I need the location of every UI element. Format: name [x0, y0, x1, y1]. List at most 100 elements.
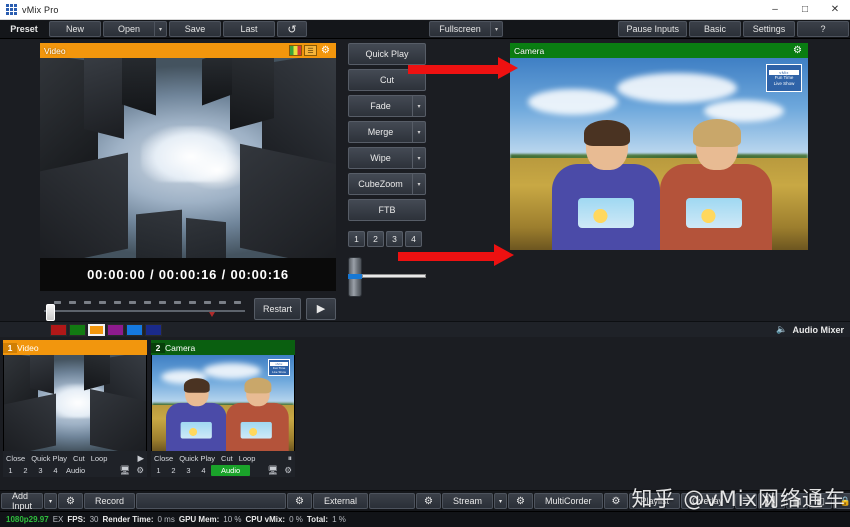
input-2-thumbnail[interactable]: vMix Fun Time Live Show	[151, 355, 295, 451]
merge-button[interactable]: Merge ▾	[348, 121, 426, 143]
fade-dropdown-icon[interactable]: ▾	[412, 96, 425, 116]
scrub-handle[interactable]	[46, 304, 55, 321]
settings-button[interactable]: Settings	[743, 21, 795, 37]
ftb-button[interactable]: FTB	[348, 199, 426, 221]
pause-inputs-button[interactable]: Pause Inputs	[618, 21, 687, 37]
input-1-quick-play-button[interactable]: Quick Play	[28, 453, 70, 464]
cut-button[interactable]: Cut	[348, 69, 426, 91]
playlist-settings-gear-icon[interactable]: ⚙	[604, 493, 629, 509]
transition-preset-4[interactable]: 4	[405, 231, 422, 247]
add-input-dropdown-arrow[interactable]: ▾	[44, 493, 57, 509]
input-1-overlay-3[interactable]: 3	[33, 465, 48, 476]
maximize-button[interactable]: □	[790, 0, 820, 20]
list-icon[interactable]: ☰	[304, 45, 317, 56]
close-button[interactable]: ✕	[820, 0, 850, 20]
swatch-green[interactable]	[69, 324, 86, 336]
merge-dropdown-icon[interactable]: ▾	[412, 122, 425, 142]
record-button[interactable]: Record	[84, 493, 135, 509]
input-2-loop-button[interactable]: Loop	[236, 453, 259, 464]
playlist-button[interactable]: Playlist	[629, 493, 680, 509]
t-bar-handle[interactable]	[348, 257, 362, 297]
transition-preset-2[interactable]: 2	[367, 231, 384, 247]
input-2-close-button[interactable]: Close	[151, 453, 176, 464]
undo-icon[interactable]: ↺	[277, 21, 307, 37]
last-button[interactable]: Last	[223, 21, 275, 37]
input-2-overlay-4[interactable]: 4	[196, 465, 211, 476]
input-1-audio-button[interactable]: Audio	[63, 465, 88, 476]
cubezoom-dropdown-icon[interactable]: ▾	[412, 174, 425, 194]
input-2-cut-button[interactable]: Cut	[218, 453, 236, 464]
input-1-close-button[interactable]: Close	[3, 453, 28, 464]
preview-screen[interactable]	[40, 58, 336, 258]
transition-preset-3[interactable]: 3	[386, 231, 403, 247]
input-1-loop-button[interactable]: Loop	[88, 453, 111, 464]
input-1-overlay-4[interactable]: 4	[48, 465, 63, 476]
lock-icon[interactable]: 🔒	[833, 493, 850, 509]
input-2-quick-play-button[interactable]: Quick Play	[176, 453, 218, 464]
external-button[interactable]: External	[313, 493, 368, 509]
overlay-button[interactable]: Overlay	[681, 493, 734, 509]
add-input-button[interactable]: Add Input	[1, 493, 43, 509]
gear-icon[interactable]: ⚙	[791, 45, 804, 56]
status-gpu-value: 10 %	[223, 515, 241, 524]
input-2[interactable]: 2 Camera	[151, 340, 295, 480]
monitor-icon[interactable]: 🖥	[117, 465, 134, 476]
preview-scrub-track[interactable]	[40, 298, 249, 320]
fade-button[interactable]: Fade ▾	[348, 95, 426, 117]
program-title: Camera	[514, 46, 789, 56]
multicorder-settings-gear-icon[interactable]: ⚙	[508, 493, 533, 509]
input-1-overlay-1[interactable]: 1	[3, 465, 18, 476]
fullscreen-button[interactable]: Fullscreen	[429, 21, 491, 37]
input-2-overlay-1[interactable]: 1	[151, 465, 166, 476]
program-screen[interactable]: vMix Fun Time Live Show	[510, 58, 808, 250]
play-button[interactable]: ▶	[306, 298, 336, 320]
open-button[interactable]: Open	[103, 21, 155, 37]
stream-dropdown-arrow[interactable]: ▾	[494, 493, 507, 509]
restart-button[interactable]: Restart	[254, 298, 301, 320]
input-2-overlay-2[interactable]: 2	[166, 465, 181, 476]
input-1-play-icon[interactable]: ▶	[134, 453, 147, 464]
input-2-audio-button[interactable]: Audio	[211, 465, 250, 476]
list-icon[interactable]: ☰	[735, 493, 757, 509]
stream-settings-gear-icon[interactable]: ⚙	[416, 493, 441, 509]
wipe-button[interactable]: Wipe ▾	[348, 147, 426, 169]
gear-icon[interactable]: ⚙	[133, 465, 147, 476]
multiview-icon[interactable]: ▦	[786, 493, 809, 509]
stream-button[interactable]: Stream	[442, 493, 493, 509]
input-1-thumbnail[interactable]	[3, 355, 147, 451]
transition-preset-1[interactable]: 1	[348, 231, 365, 247]
record-settings-gear-icon[interactable]: ⚙	[58, 493, 83, 509]
audio-meter-icon[interactable]: ▌▌	[758, 493, 785, 509]
open-dropdown-arrow[interactable]: ▾	[155, 21, 167, 37]
swatch-navy[interactable]	[145, 324, 162, 336]
input-1[interactable]: 1 Video Close Quick Play Cut	[3, 340, 147, 480]
multicorder-button[interactable]: MultiCorder	[534, 493, 603, 509]
quick-play-button[interactable]: Quick Play	[348, 43, 426, 65]
gear-icon[interactable]: ⚙	[281, 465, 295, 476]
help-button[interactable]: ?	[797, 21, 849, 37]
basic-button[interactable]: Basic	[689, 21, 741, 37]
cubezoom-button[interactable]: CubeZoom ▾	[348, 173, 426, 195]
swatch-purple[interactable]	[107, 324, 124, 336]
input-2-overlay-3[interactable]: 3	[181, 465, 196, 476]
input-1-cut-button[interactable]: Cut	[70, 453, 88, 464]
input-2-controls: Close Quick Play Cut Loop ⏸ 1 2 3 4 Audi…	[151, 451, 295, 477]
external-settings-gear-icon[interactable]: ⚙	[287, 493, 312, 509]
vmix-window: vMix Pro – □ ✕ Preset New Open ▾ Save La…	[0, 0, 850, 527]
save-button[interactable]: Save	[169, 21, 221, 37]
title-icon[interactable]: ◧	[809, 493, 832, 509]
swatch-orange[interactable]	[88, 324, 105, 336]
color-swatch-strip	[40, 323, 336, 337]
input-1-overlay-2[interactable]: 2	[18, 465, 33, 476]
t-bar-area[interactable]	[348, 257, 426, 299]
gear-icon[interactable]: ⚙	[319, 45, 332, 56]
minimize-button[interactable]: –	[760, 0, 790, 20]
wipe-dropdown-icon[interactable]: ▾	[412, 148, 425, 168]
new-button[interactable]: New	[49, 21, 101, 37]
fullscreen-dropdown-arrow[interactable]: ▾	[491, 21, 503, 37]
monitor-icon[interactable]: 🖥	[265, 465, 282, 476]
swatch-blue[interactable]	[126, 324, 143, 336]
color-bars-icon[interactable]	[289, 45, 302, 56]
input-2-pause-icon[interactable]: ⏸	[285, 453, 295, 464]
swatch-red[interactable]	[50, 324, 67, 336]
